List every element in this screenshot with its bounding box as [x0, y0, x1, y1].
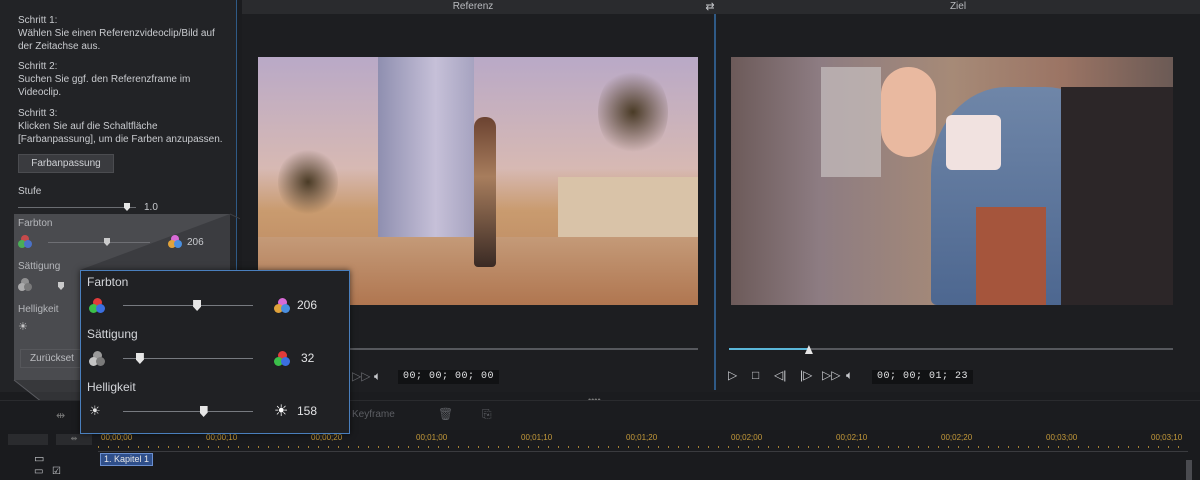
- zoom-hue-label: Farbton: [87, 275, 129, 289]
- zoom-hue-icon: [89, 298, 105, 314]
- subtitle-icon: ▭: [34, 466, 44, 477]
- zoom-brightness-value: 158: [297, 404, 318, 418]
- step-2-line-1: Suchen Sie ggf. den Referenzframe im: [18, 74, 191, 85]
- chapter-marker[interactable]: 1. Kapitel 1: [100, 453, 154, 466]
- ruler-tick-label: 00;00;00: [101, 433, 133, 442]
- step-3-text: Schritt 3: Klicken Sie auf die Schaltflä…: [18, 107, 223, 146]
- preview-area: Referenz ⇄ Ziel ▷▷ 🔈︎ 00; 00; 00; 00 ▷ □…: [242, 0, 1200, 392]
- color-match-button[interactable]: Farbanpassung: [18, 154, 114, 173]
- step-3-line-2: [Farbanpassung], um die Farben anzupasse…: [18, 134, 223, 145]
- delete-icon[interactable]: 🗑︎: [438, 407, 453, 421]
- step-1-line-1: Wählen Sie einen Referenzvideoclip/Bild …: [18, 28, 215, 39]
- level-label: Stufe: [18, 186, 42, 197]
- ruler-tick-label: 00;00;20: [311, 433, 343, 442]
- reference-title: Referenz: [242, 0, 704, 14]
- pane-divider: [714, 14, 716, 390]
- timeline: ⇹ 00;00;00 00;00;10 00;00;20 00;01;00 00;01;…: [0, 430, 1200, 480]
- zoom-saturation-result-icon: [274, 351, 290, 367]
- ruler-tick-label: 00;02;10: [836, 433, 868, 442]
- zoom-saturation-label: Sättigung: [87, 327, 138, 341]
- step-2-text: Schritt 2: Suchen Sie ggf. den Referenzf…: [18, 60, 190, 99]
- ruler-tick-label: 00;00;10: [206, 433, 238, 442]
- target-video-frame: [731, 57, 1173, 305]
- target-timecode: 00; 00; 01; 23: [872, 370, 974, 384]
- track-header-tool-2[interactable]: ⇹: [56, 434, 92, 445]
- target-scrub-progress: [729, 348, 809, 350]
- zoom-saturation-value: 32: [301, 351, 315, 365]
- ruler-tick-label: 00;01;20: [626, 433, 658, 442]
- checkbox-icon[interactable]: ☑: [52, 466, 61, 477]
- stop-icon[interactable]: □: [752, 368, 759, 382]
- ruler-tick-label: 00;03;10: [1151, 433, 1183, 442]
- zoom-hue-result-icon: [274, 298, 290, 314]
- zoom-hue-value: 206: [297, 298, 318, 312]
- timeline-scrollbar[interactable]: [1186, 460, 1192, 480]
- export-icon[interactable]: ⎘: [482, 407, 492, 422]
- volume-icon-target[interactable]: 🔈︎: [846, 368, 853, 383]
- step-2-line-2: Videoclip.: [18, 87, 62, 98]
- step-3-title: Schritt 3:: [18, 108, 58, 119]
- fast-forward-icon-target[interactable]: ▷▷: [822, 368, 840, 382]
- play-icon[interactable]: ▷: [728, 368, 737, 382]
- split-icon[interactable]: ⇹: [56, 409, 65, 422]
- volume-icon[interactable]: 🔈︎: [374, 369, 381, 384]
- reference-video-frame: [258, 57, 698, 305]
- chapter-icon: ▭: [34, 453, 45, 465]
- zoom-brightness-result-icon: ☀: [274, 403, 289, 420]
- step-1-title: Schritt 1:: [18, 15, 58, 26]
- ruler-tick-label: 00;01;00: [416, 433, 448, 442]
- step-3-line-1: Klicken Sie auf die Schaltfläche: [18, 121, 158, 132]
- zoom-brightness-slider-thumb[interactable]: [199, 406, 208, 417]
- ruler-tick-label: 00;01;10: [521, 433, 553, 442]
- keyframe-button[interactable]: Keyframe: [352, 409, 395, 420]
- next-frame-icon[interactable]: |▷: [800, 368, 812, 382]
- swap-icon[interactable]: ⇄: [704, 0, 716, 14]
- zoom-saturation-icon: [89, 351, 105, 367]
- ruler-tick-label: 00;02;20: [941, 433, 973, 442]
- zoom-brightness-label: Helligkeit: [87, 380, 136, 394]
- ruler-tick-label: 00;02;00: [731, 433, 763, 442]
- zoom-hue-slider-track[interactable]: [123, 305, 253, 306]
- zoom-hue-slider-thumb[interactable]: [193, 300, 202, 311]
- reference-timecode: 00; 00; 00; 00: [398, 370, 500, 384]
- ruler-tick-label: 00;03;00: [1046, 433, 1078, 442]
- ruler-minor-ticks: [98, 446, 1188, 448]
- step-2-title: Schritt 2:: [18, 61, 58, 72]
- zoom-brightness-slider-track[interactable]: [123, 411, 253, 412]
- step-1-line-2: der Zeitachse aus.: [18, 41, 101, 52]
- fast-forward-icon[interactable]: ▷▷: [352, 369, 370, 383]
- track-header-tool-1[interactable]: [8, 434, 48, 445]
- zoom-brightness-icon: ☀: [89, 403, 101, 418]
- step-1-text: Schritt 1: Wählen Sie einen Referenzvide…: [18, 14, 215, 53]
- target-title: Ziel: [716, 0, 1200, 14]
- prev-frame-icon[interactable]: ◁|: [774, 368, 786, 382]
- ruler-baseline: [98, 451, 1188, 452]
- zoom-callout: Farbton 206 Sättigung 32 Helligkeit ☀ ☀ …: [80, 270, 350, 434]
- zoom-saturation-slider-thumb[interactable]: [135, 353, 144, 364]
